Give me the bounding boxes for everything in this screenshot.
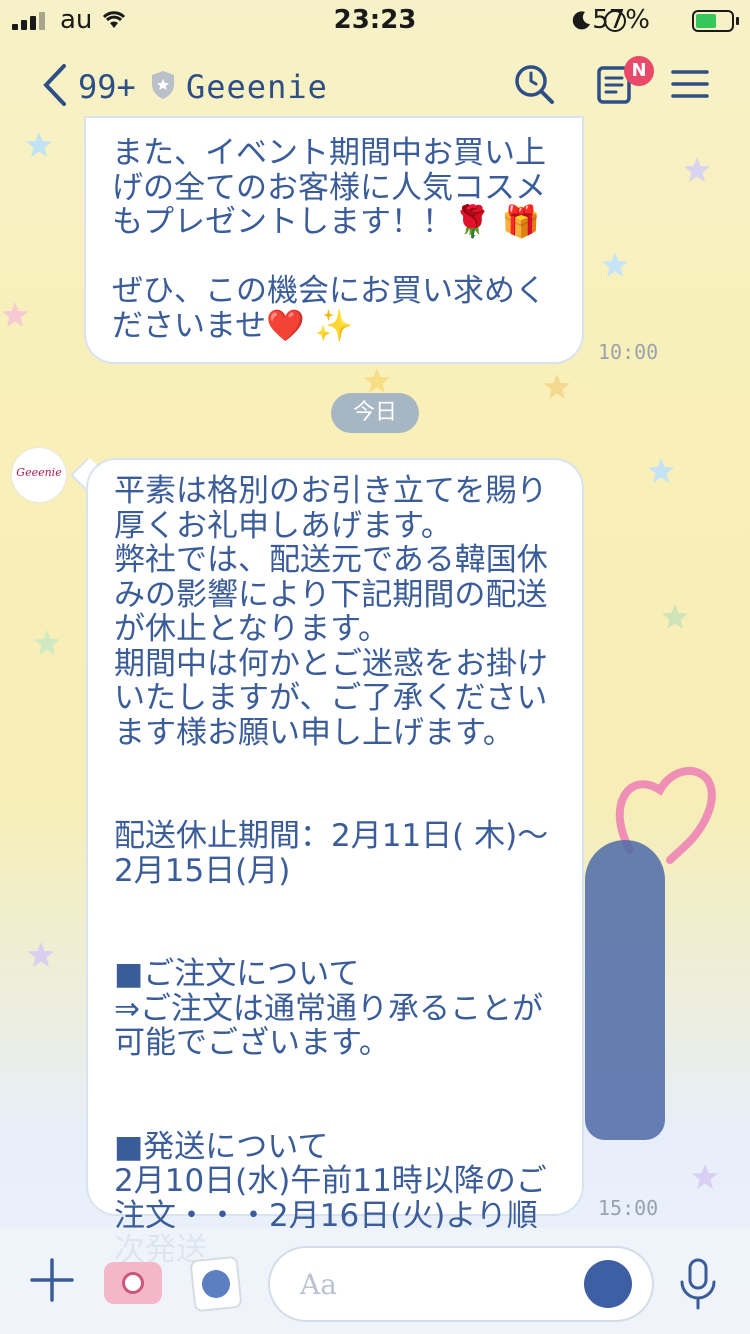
star-decoration-icon <box>662 604 688 629</box>
star-decoration-icon <box>648 458 674 483</box>
avatar-logo-text: Geeenie <box>16 466 62 479</box>
date-separator: 今日 <box>331 393 419 433</box>
battery-tip <box>736 17 739 25</box>
star-decoration-icon <box>684 157 710 182</box>
star-decoration-icon <box>544 374 570 399</box>
message-time: 15:00 <box>598 1196 659 1220</box>
message-input-placeholder: Aa <box>300 1268 337 1301</box>
star-decoration-icon <box>28 942 54 967</box>
message-input[interactable]: Aa <box>270 1248 652 1320</box>
chat-title[interactable]: Geeenie <box>186 68 328 106</box>
composer-bar: Aa <box>0 1228 750 1334</box>
back-chevron-icon[interactable] <box>40 62 70 108</box>
message-text: 平素は格別のお引き立てを賜り 厚くお礼申しあげます。 弊社では、配送元である韓国… <box>114 473 549 1267</box>
plus-icon[interactable] <box>30 1258 74 1302</box>
message-bubble[interactable]: また、イベント期間中お買い上 げの全てのお客様に人気コスメ もプレゼントします！… <box>86 118 582 362</box>
menu-icon[interactable] <box>668 62 712 106</box>
avatar[interactable]: Geeenie <box>12 448 66 502</box>
microphone-icon[interactable] <box>678 1258 718 1310</box>
star-decoration-icon <box>34 630 60 655</box>
star-decoration-icon <box>602 252 628 277</box>
sticker-icon[interactable] <box>189 1255 243 1313</box>
emoji-sticker-icon[interactable] <box>584 1260 632 1308</box>
status-bar: au 23:23 57% <box>0 0 750 40</box>
battery-percent: 57% <box>592 5 650 35</box>
message-text: また、イベント期間中お買い上 げの全てのお客様に人気コスメ もプレゼントします！… <box>112 135 546 344</box>
battery-icon <box>692 10 734 32</box>
unread-count[interactable]: 99+ <box>78 68 136 106</box>
message-time: 10:00 <box>598 340 659 364</box>
star-decoration-icon <box>692 1164 718 1189</box>
chat-header: 99+ Geeenie N <box>0 40 750 130</box>
character-illustration <box>585 840 665 1140</box>
search-icon[interactable] <box>512 62 556 106</box>
message-bubble[interactable]: 平素は格別のお引き立てを賜り 厚くお礼申しあげます。 弊社では、配送元である韓国… <box>88 460 582 1267</box>
star-decoration-icon <box>26 132 52 157</box>
shield-icon <box>152 71 174 99</box>
do-not-disturb-icon <box>572 11 590 30</box>
star-decoration-icon <box>364 368 390 393</box>
star-decoration-icon <box>2 302 28 327</box>
notes-badge: N <box>624 56 654 86</box>
camera-icon[interactable] <box>104 1262 162 1304</box>
